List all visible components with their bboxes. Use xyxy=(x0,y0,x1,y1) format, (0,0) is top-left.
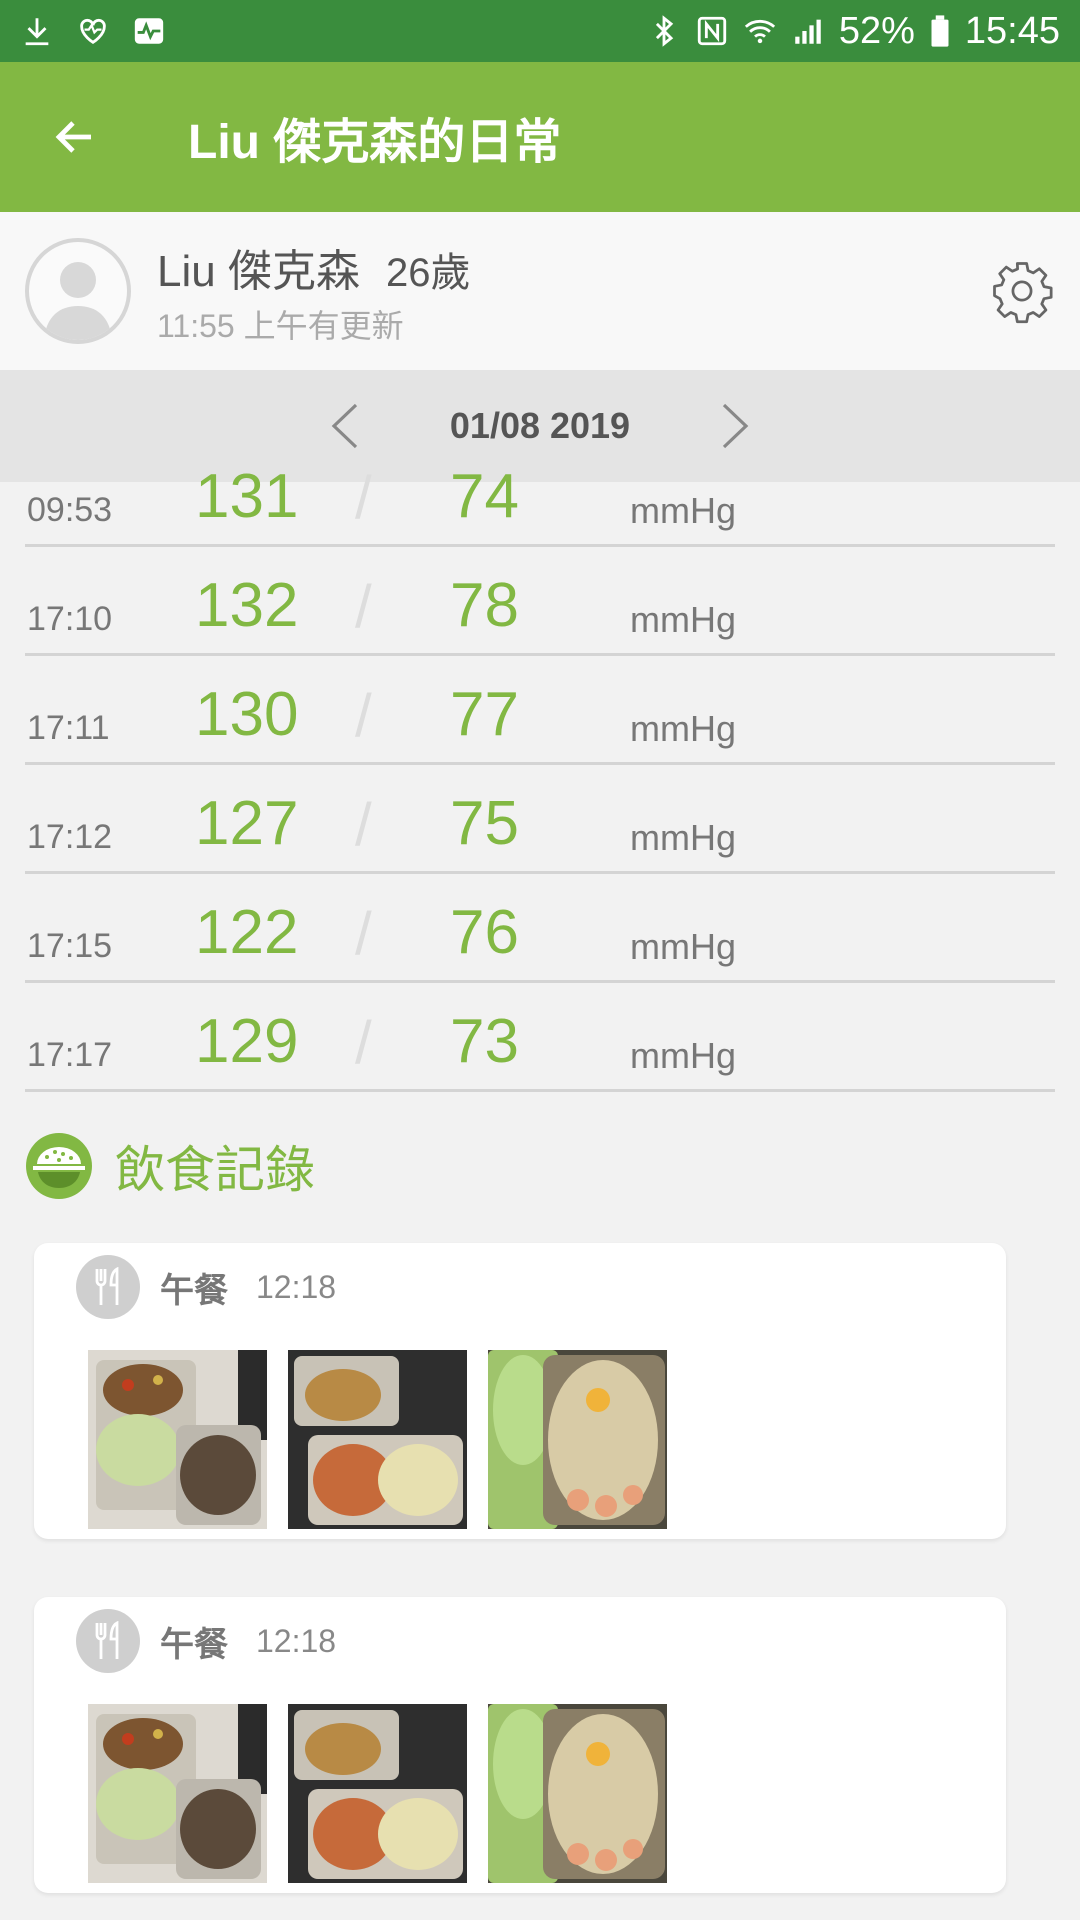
battery-percent: 52% xyxy=(838,9,915,52)
heart-icon xyxy=(80,18,106,45)
page-title: Liu 傑克森的日常 xyxy=(188,116,562,169)
diastolic-value: 74 xyxy=(450,462,519,531)
unit-label: mmHg xyxy=(630,708,736,749)
unit-label: mmHg xyxy=(630,926,736,967)
fork-knife-icon xyxy=(76,1609,140,1673)
reading-row[interactable]: 09:53 131 / 74 mmHg xyxy=(25,462,1055,547)
bp-readings-list: 09:53 131 / 74 mmHg 17:10 132 / 78 mmHg … xyxy=(25,462,1055,1092)
reading-time: 17:10 xyxy=(27,600,113,638)
unit-label: mmHg xyxy=(630,599,736,640)
reading-row[interactable]: 17:15 122 / 76 mmHg xyxy=(25,874,1055,983)
meal-card[interactable]: 午餐 12:18 xyxy=(34,1243,1006,1539)
meal-photo[interactable] xyxy=(488,1704,667,1883)
meal-time: 12:18 xyxy=(256,1622,337,1659)
unit-label: mmHg xyxy=(630,490,736,531)
slash-divider: / xyxy=(355,1009,372,1076)
meal-photo[interactable] xyxy=(88,1704,267,1883)
fork-knife-icon xyxy=(76,1255,140,1319)
meal-time: 12:18 xyxy=(256,1268,337,1305)
diastolic-value: 75 xyxy=(450,789,519,858)
meal-photo[interactable] xyxy=(488,1350,667,1529)
reading-time: 17:17 xyxy=(27,1036,113,1074)
avatar[interactable] xyxy=(25,238,131,344)
reading-time: 17:11 xyxy=(27,709,110,747)
profile-header: Liu 傑克森 26歲 11:55 上午有更新 xyxy=(0,212,1080,370)
back-button[interactable] xyxy=(0,62,150,212)
next-date-button[interactable] xyxy=(705,396,765,456)
profile-update-time: 11:55 上午有更新 xyxy=(157,308,404,344)
wifi-icon xyxy=(744,19,775,44)
meal-photos xyxy=(88,1350,667,1529)
prev-date-button[interactable] xyxy=(315,396,375,456)
app-bar: Liu 傑克森的日常 xyxy=(0,62,1080,212)
current-date: 01/08 2019 xyxy=(449,405,631,446)
diastolic-value: 78 xyxy=(450,571,519,640)
reading-row[interactable]: 17:17 129 / 73 mmHg xyxy=(25,983,1055,1092)
diet-title: 飲食記錄 xyxy=(115,1142,315,1198)
status-bar: 52% 15:45 xyxy=(0,0,1080,62)
diet-section-header: 飲食記錄 xyxy=(25,1130,315,1202)
arrow-left-icon xyxy=(55,121,91,153)
activity-icon xyxy=(134,18,164,44)
download-icon xyxy=(25,18,49,46)
clock: 15:45 xyxy=(964,9,1060,52)
systolic-value: 122 xyxy=(195,898,299,967)
date-navigator: 01/08 2019 xyxy=(0,370,1080,482)
profile-name-row: Liu 傑克森 26歲 xyxy=(157,235,470,299)
diastolic-value: 77 xyxy=(450,680,519,749)
systolic-value: 131 xyxy=(195,462,299,531)
systolic-value: 130 xyxy=(195,680,299,749)
profile-age: 26歲 xyxy=(385,251,471,295)
diastolic-value: 76 xyxy=(450,898,519,967)
slash-divider: / xyxy=(355,464,372,531)
reading-row[interactable]: 17:12 127 / 75 mmHg xyxy=(25,765,1055,874)
meal-photo[interactable] xyxy=(88,1350,267,1529)
signal-icon xyxy=(795,19,821,44)
slash-divider: / xyxy=(355,791,372,858)
profile-name: Liu 傑克森 xyxy=(157,247,360,296)
reading-time: 17:12 xyxy=(27,818,113,856)
meal-header: 午餐 12:18 xyxy=(76,1609,336,1673)
meal-type: 午餐 xyxy=(160,1625,228,1664)
slash-divider: / xyxy=(355,682,372,749)
diastolic-value: 73 xyxy=(450,1007,519,1076)
systolic-value: 129 xyxy=(195,1007,299,1076)
meal-card[interactable]: 午餐 12:18 xyxy=(34,1597,1006,1893)
settings-button[interactable] xyxy=(989,258,1055,324)
systolic-value: 132 xyxy=(195,571,299,640)
reading-row[interactable]: 17:10 132 / 78 mmHg xyxy=(25,547,1055,656)
nfc-icon xyxy=(697,16,727,46)
meal-header: 午餐 12:18 xyxy=(76,1255,336,1319)
reading-row[interactable]: 17:11 130 / 77 mmHg xyxy=(25,656,1055,765)
meal-type: 午餐 xyxy=(160,1271,228,1310)
meal-photo[interactable] xyxy=(288,1350,467,1529)
meal-photos xyxy=(88,1704,667,1883)
person-icon xyxy=(44,262,112,340)
systolic-value: 127 xyxy=(195,789,299,858)
gear-icon xyxy=(993,262,1053,324)
bluetooth-icon xyxy=(655,15,674,47)
slash-divider: / xyxy=(355,900,372,967)
chevron-left-icon xyxy=(331,403,358,449)
chevron-right-icon xyxy=(722,403,749,449)
status-right: 52% 15:45 xyxy=(647,10,1060,53)
status-left-icons xyxy=(20,14,166,48)
profile-text: Liu 傑克森 26歲 11:55 上午有更新 xyxy=(157,235,470,347)
battery-icon xyxy=(931,15,949,47)
slash-divider: / xyxy=(355,573,372,640)
meal-photo[interactable] xyxy=(288,1704,467,1883)
reading-time: 17:15 xyxy=(27,927,113,965)
unit-label: mmHg xyxy=(630,1035,736,1076)
reading-time: 09:53 xyxy=(27,491,113,529)
rice-bowl-icon xyxy=(26,1133,92,1199)
unit-label: mmHg xyxy=(630,817,736,858)
